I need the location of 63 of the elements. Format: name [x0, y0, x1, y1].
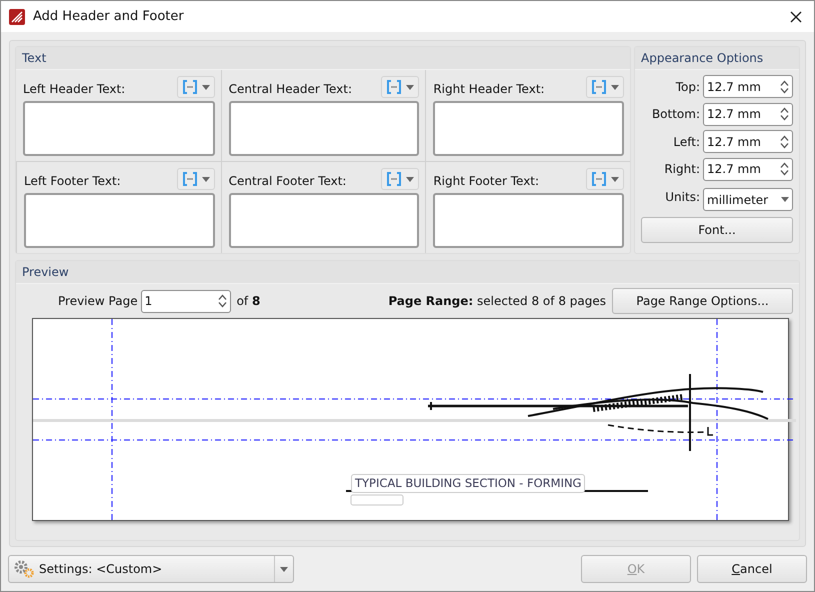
- insert-field-button[interactable]: [381, 168, 420, 190]
- page-range-text: Page Range: selected 8 of 8 pages: [388, 293, 606, 310]
- spinner-arrows-icon[interactable]: [780, 80, 789, 94]
- units-dropdown[interactable]: millimeter: [703, 188, 793, 212]
- caret-icon: [280, 566, 288, 572]
- text-input-field[interactable]: [24, 193, 215, 248]
- insert-field-button[interactable]: [381, 76, 420, 98]
- settings-dropdown[interactable]: Settings: <Custom>: [8, 555, 294, 584]
- insert-field-button[interactable]: [586, 76, 624, 98]
- field-label: Top:: [676, 78, 700, 96]
- insert-field-button[interactable]: [176, 168, 215, 190]
- field-label: Left Header Text:: [23, 81, 126, 98]
- page-count-text: of 8: [236, 293, 260, 310]
- caret-icon: [611, 84, 619, 90]
- cancel-button[interactable]: Cancel: [697, 555, 807, 584]
- field-label: Right Footer Text:: [433, 173, 540, 190]
- field-label: Right:: [664, 161, 700, 178]
- group-title: Preview: [16, 261, 799, 284]
- group-title: Text: [16, 47, 630, 70]
- text-input-field[interactable]: [228, 101, 420, 156]
- caret-icon: [406, 84, 414, 90]
- window-title: Add Header and Footer: [33, 8, 184, 26]
- insert-field-icon: [386, 171, 402, 187]
- field-label: Units:: [665, 188, 700, 206]
- caret-icon: [781, 197, 789, 202]
- drawing-caption: TYPICAL BUILDING SECTION - FORMING: [351, 474, 586, 494]
- gears-icon: [13, 559, 35, 580]
- spin-field[interactable]: 12.7 mm: [703, 130, 793, 154]
- spinner-arrows-icon[interactable]: [780, 162, 789, 176]
- insert-field-button[interactable]: [176, 76, 215, 98]
- text-input-field[interactable]: [228, 193, 420, 248]
- insert-field-icon: [591, 171, 607, 187]
- spin-field[interactable]: 12.7 mm: [703, 75, 793, 98]
- caret-icon: [202, 84, 210, 90]
- field-label: Central Footer Text:: [228, 173, 346, 190]
- field-label: Bottom:: [652, 106, 700, 124]
- field-label: Preview Page: [58, 293, 138, 310]
- close-icon[interactable]: [790, 11, 802, 24]
- font-button[interactable]: Font...: [641, 216, 793, 242]
- field-label: Left:: [673, 134, 700, 151]
- spin-field[interactable]: 12.7 mm: [703, 102, 793, 126]
- field-label: Central Header Text:: [228, 81, 352, 98]
- insert-field-icon: [182, 171, 198, 187]
- field-label: Right Header Text:: [433, 81, 545, 98]
- spin-field[interactable]: 12.7 mm: [703, 158, 793, 181]
- app-logo-icon: [9, 8, 25, 24]
- caret-icon: [611, 176, 619, 182]
- text-input-field[interactable]: [433, 193, 624, 248]
- insert-field-icon: [182, 79, 198, 95]
- page-spin-field[interactable]: 1: [140, 290, 231, 312]
- insert-field-button[interactable]: [586, 168, 624, 190]
- spinner-arrows-icon[interactable]: [780, 134, 789, 149]
- caret-icon: [202, 176, 210, 182]
- spinner-arrows-icon[interactable]: [218, 294, 227, 308]
- page-range-options-button[interactable]: Page Range Options...: [612, 288, 793, 314]
- caret-icon: [406, 176, 414, 182]
- spinner-arrows-icon[interactable]: [780, 107, 789, 122]
- text-input-field[interactable]: [433, 101, 624, 156]
- group-title: Appearance Options: [635, 47, 799, 70]
- insert-field-icon: [386, 79, 402, 95]
- field-label: Left Footer Text:: [24, 173, 121, 190]
- text-input-field[interactable]: [23, 101, 215, 156]
- insert-field-icon: [591, 79, 607, 95]
